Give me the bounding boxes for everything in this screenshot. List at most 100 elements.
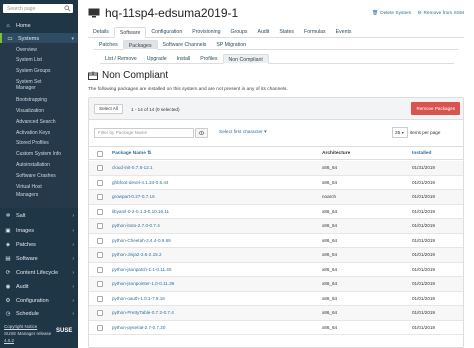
- tab-non-compliant[interactable]: Non Compliant: [222, 54, 269, 64]
- chevron-right-icon: ›: [72, 269, 74, 276]
- remove-from-ssm-link[interactable]: ⊖ Remove from SSM: [417, 11, 464, 16]
- row-checkbox[interactable]: [97, 266, 103, 273]
- version-link[interactable]: 4.0.2: [4, 338, 14, 343]
- package-name-cell[interactable]: python-jsonpatch-1.1-0.11.40: [112, 267, 171, 272]
- search-placeholder: Search page: [7, 6, 36, 12]
- nav-images[interactable]: ▣ Images ›: [0, 225, 78, 236]
- tab-events[interactable]: Events: [331, 27, 357, 38]
- tab-packages[interactable]: Packages: [122, 40, 158, 50]
- sub-stored-profiles[interactable]: Stored Profiles: [16, 140, 49, 147]
- sub-system-groups[interactable]: System Groups: [16, 68, 50, 75]
- tab-upgrade[interactable]: Upgrade: [142, 54, 172, 64]
- suse-logo: SUSE: [56, 328, 73, 334]
- select-all-button[interactable]: Select All: [94, 104, 123, 114]
- row-checkbox[interactable]: [97, 223, 103, 229]
- nav-salt[interactable]: ✲ Salt ›: [0, 210, 78, 221]
- tab-formulas[interactable]: Formulas: [299, 27, 331, 38]
- column-installed[interactable]: Installed: [412, 147, 431, 161]
- row-checkbox[interactable]: [97, 252, 103, 258]
- package-filter-input[interactable]: Filter by Package Name: [94, 128, 194, 138]
- package-name-cell[interactable]: python-boto-2.7.0-0.7.4: [112, 223, 160, 228]
- sub-overview[interactable]: Overview: [16, 47, 37, 54]
- tab-states[interactable]: States: [274, 27, 299, 38]
- installed-date-cell: 01/01/2019: [412, 324, 435, 330]
- tab-list-remove[interactable]: List / Remove: [100, 54, 142, 64]
- tab-configuration[interactable]: Configuration: [146, 27, 187, 38]
- nav-schedule[interactable]: ◷ Schedule ›: [0, 308, 78, 319]
- package-name-cell[interactable]: python-pyserial-2.7-0.7.20: [112, 325, 165, 330]
- search-icon[interactable]: [64, 5, 71, 12]
- sub-activation-keys[interactable]: Activation Keys: [16, 130, 50, 137]
- tab-audit[interactable]: Audit: [252, 27, 274, 38]
- image-icon: ▣: [5, 227, 11, 234]
- tab-install[interactable]: Install: [172, 54, 196, 64]
- sub-advanced-search[interactable]: Advanced Search: [16, 119, 55, 126]
- row-checkbox[interactable]: [97, 295, 103, 302]
- nav-content-lifecycle[interactable]: ⟳ Content Lifecycle ›: [0, 267, 78, 278]
- nav-software[interactable]: ▤ Software ›: [0, 253, 78, 264]
- tab-sp-migration[interactable]: SP Migration: [211, 40, 251, 50]
- sub-bootstrapping[interactable]: Bootstrapping: [16, 97, 47, 104]
- nav-configuration[interactable]: ⚙ Configuration ›: [0, 295, 78, 306]
- row-checkbox[interactable]: [97, 281, 103, 287]
- tab-software-channels[interactable]: Software Channels: [158, 40, 212, 50]
- architecture-cell: x86_64: [322, 165, 338, 170]
- tab-patches[interactable]: Patches: [94, 40, 123, 50]
- page-size-value: 25: [395, 131, 401, 136]
- release-text: SUSE Manager release: [4, 331, 52, 336]
- tab-profiles[interactable]: Profiles: [195, 54, 222, 64]
- sub-custom-system-info[interactable]: Custom System Info: [16, 151, 61, 158]
- installed-date-cell: 01/01/2019: [412, 295, 435, 301]
- package-name-cell[interactable]: libyaml-0-2-0.1.3-0.10.16.11: [112, 209, 169, 214]
- row-checkbox[interactable]: [97, 179, 103, 186]
- remove-packages-button[interactable]: Remove Packages: [411, 102, 460, 115]
- package-name-cell[interactable]: python-PrettyTable-0.7.2-0.7.4: [112, 310, 174, 315]
- tab-details[interactable]: Details: [88, 27, 114, 38]
- installed-date-cell: 01/01/2019: [412, 223, 435, 228]
- page-title: hq-11sp4-edsuma2019-1: [105, 6, 239, 20]
- select-all-checkbox[interactable]: [97, 151, 103, 157]
- remove-from-ssm-label: Remove from SSM: [423, 11, 464, 16]
- package-name-cell[interactable]: python-oauth-1.0.1-7.9.16: [112, 296, 165, 301]
- nav-patches[interactable]: ◈ Patches ›: [0, 239, 78, 250]
- sub-system-set-manager[interactable]: Manager: [16, 85, 36, 92]
- package-name-cell[interactable]: ghbfoot-devel-4.1.34-0.5.44: [112, 180, 168, 185]
- row-checkbox[interactable]: [97, 165, 103, 171]
- package-name-cell[interactable]: cloud-init-0.7.8-12.1: [112, 165, 153, 170]
- main-content: hq-11sp4-edsuma2019-1 🗑 Delete System ⊖ Re…: [78, 0, 474, 348]
- select-first-character-dropdown[interactable]: Select first character ▾: [219, 130, 267, 135]
- architecture-cell: x86_64: [322, 266, 338, 272]
- row-checkbox[interactable]: [97, 237, 103, 244]
- filter-button[interactable]: [195, 128, 208, 138]
- sub-software-crashes[interactable]: Software Crashes: [16, 173, 56, 180]
- row-checkbox[interactable]: [97, 208, 103, 215]
- package-name-cell[interactable]: python-jsonpointer-1.0-0.11.39: [112, 281, 174, 286]
- sub-autoinstallation[interactable]: Autoinstallation: [16, 162, 50, 169]
- tab-provisioning[interactable]: Provisioning: [187, 27, 225, 38]
- chevron-right-icon: ›: [72, 227, 74, 234]
- chevron-right-icon: ›: [72, 255, 74, 262]
- row-checkbox[interactable]: [97, 310, 103, 316]
- sub-virtual-host[interactable]: Virtual Host: [16, 184, 42, 191]
- row-checkbox[interactable]: [97, 324, 103, 331]
- architecture-cell: x86_64: [322, 252, 338, 257]
- sub-visualization[interactable]: Visualization: [16, 108, 44, 115]
- nav-audit[interactable]: ◉ Audit ›: [0, 281, 78, 292]
- delete-system-link[interactable]: 🗑 Delete System: [372, 11, 411, 16]
- page-size-select[interactable]: 25 ▾: [392, 127, 408, 138]
- package-name-cell[interactable]: python-Jinja2-2.6-2.15.2: [112, 252, 162, 257]
- filter-row: Filter by Package Name Select first char…: [89, 126, 463, 140]
- copyright-link[interactable]: Copyright Notice: [4, 324, 37, 329]
- nav-home[interactable]: ⌂ Home: [0, 20, 78, 31]
- column-package-name[interactable]: Package Name ⇅: [112, 147, 151, 161]
- search-input[interactable]: Search page: [3, 4, 73, 13]
- row-checkbox[interactable]: [97, 194, 103, 200]
- tab-groups[interactable]: Groups: [225, 27, 252, 38]
- column-architecture: Architecture: [322, 151, 351, 156]
- sub-virtual-host-managers[interactable]: Managers: [16, 192, 38, 199]
- tab-software[interactable]: Software: [113, 27, 147, 38]
- sub-system-list[interactable]: System List: [16, 57, 42, 64]
- package-name-cell[interactable]: python-Cheetah-2.4.4-0.9.69: [112, 238, 171, 243]
- table-row: python-jsonpointer-1.0-0.11.39 x86_64 01/0…: [89, 277, 463, 292]
- package-name-cell[interactable]: growpart-0.27-0.7.16: [112, 194, 155, 199]
